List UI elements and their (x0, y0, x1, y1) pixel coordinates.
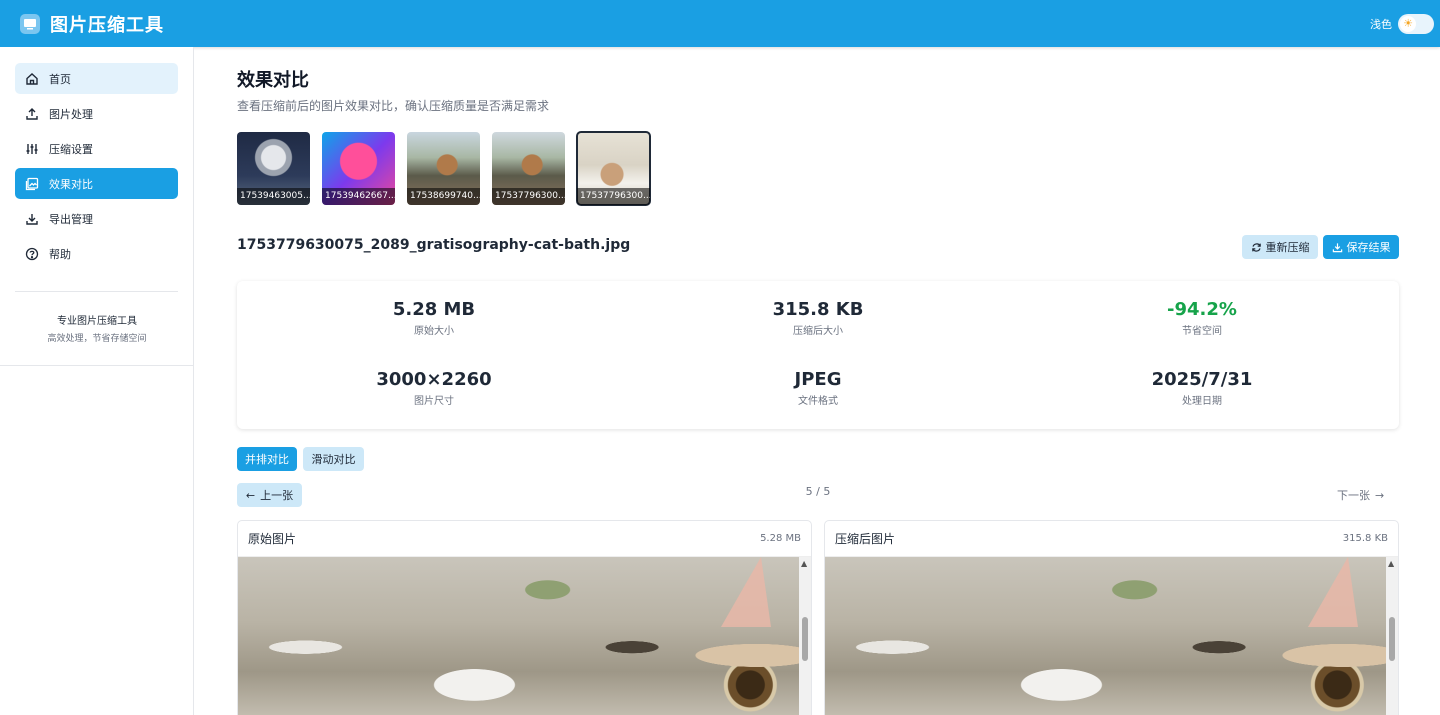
thumbnail-label: 17539462667... (322, 188, 395, 205)
sidebar-divider (15, 291, 178, 292)
panel-header: 原始图片 5.28 MB (238, 521, 811, 557)
stat-value: 315.8 KB (772, 299, 864, 320)
sidebar-item-label: 导出管理 (49, 212, 93, 226)
thumbnail-label: 17537796300... (492, 188, 565, 205)
stat-compressed-size: 315.8 KB 压缩后大小 (668, 299, 968, 337)
stat-original-size: 5.28 MB 原始大小 (284, 299, 584, 337)
panel-title: 原始图片 (248, 532, 297, 546)
arrow-left-icon: ← (245, 488, 256, 502)
stat-label: 文件格式 (798, 396, 838, 407)
stat-label: 压缩后大小 (793, 326, 843, 337)
brand: 图片压缩工具 (20, 11, 164, 37)
stat-value: 2025/7/31 (1151, 369, 1253, 390)
theme-label: 浅色 (1370, 17, 1392, 31)
thumbnail-label: 17539463005... (237, 188, 310, 205)
next-label: 下一张 (1337, 489, 1370, 502)
thumbnail[interactable]: 17537796300... (492, 132, 565, 205)
compressed-image-panel: 压缩后图片 315.8 KB ▲ (824, 520, 1399, 715)
sidebar-item-export[interactable]: 导出管理 (15, 203, 178, 234)
theme-toggle[interactable]: ☀ (1398, 13, 1434, 34)
thumbnail[interactable]: 17538699740... (407, 132, 480, 205)
app-title: 图片压缩工具 (50, 14, 164, 36)
stat-saved-space: -94.2% 节省空间 (1052, 299, 1352, 337)
compressed-image (825, 557, 1388, 715)
app-header: 图片压缩工具 浅色 ☀ (0, 0, 1440, 47)
help-icon (24, 246, 40, 262)
thumbnail-strip: 17539463005... 17539462667... 1753869974… (237, 131, 651, 206)
previous-label: 上一张 (260, 489, 294, 502)
sidebar-item-label: 图片处理 (49, 107, 93, 121)
scrollbar-thumb[interactable] (1389, 617, 1395, 661)
scroll-up-icon[interactable]: ▲ (801, 559, 807, 568)
slide-compare-button[interactable]: 滑动对比 (303, 447, 364, 471)
app-logo-icon (20, 13, 40, 34)
stat-value: -94.2% (1167, 299, 1237, 320)
original-image (238, 557, 801, 715)
download-icon (24, 211, 40, 227)
thumbnail-selected[interactable]: 17537796300... (576, 131, 651, 206)
recompress-button[interactable]: 重新压缩 (1242, 235, 1318, 259)
panel-file-size: 315.8 KB (1342, 533, 1388, 544)
sliders-icon (24, 141, 40, 157)
stat-label: 原始大小 (414, 326, 454, 337)
thumbnail[interactable]: 17539463005... (237, 132, 310, 205)
download-icon (1332, 242, 1342, 252)
sidebar-item-label: 首页 (49, 72, 71, 86)
stat-label: 图片尺寸 (414, 396, 454, 407)
sidebar-item-label: 帮助 (49, 247, 71, 261)
page-indicator: 5 / 5 (805, 485, 831, 498)
page-description: 查看压缩前后的图片效果对比，确认压缩质量是否满足需求 (237, 99, 550, 113)
page-title: 效果对比 (237, 70, 309, 91)
scrollbar-thumb[interactable] (802, 617, 808, 661)
sidebar-item-label: 效果对比 (49, 177, 93, 191)
sidebar-nav: 首页 图片处理 压缩设置 效果对比 导出管理 帮助 (0, 47, 193, 269)
save-result-label: 保存结果 (1346, 241, 1391, 254)
sidebar-item-compress-settings[interactable]: 压缩设置 (15, 133, 178, 164)
sidebar-item-image-processing[interactable]: 图片处理 (15, 98, 178, 129)
theme-switcher: 浅色 ☀ (1370, 13, 1434, 34)
stats-card: 5.28 MB 原始大小 315.8 KB 压缩后大小 -94.2% 节省空间 … (237, 281, 1399, 429)
recompress-label: 重新压缩 (1265, 241, 1310, 254)
scrollbar[interactable]: ▲ (799, 557, 811, 715)
panel-file-size: 5.28 MB (760, 533, 801, 544)
side-by-side-button[interactable]: 并排对比 (237, 447, 297, 471)
sidebar-item-compare[interactable]: 效果对比 (15, 168, 178, 199)
stat-value: JPEG (794, 369, 842, 390)
sun-icon: ☀ (1400, 15, 1416, 32)
original-image-panel: 原始图片 5.28 MB ▲ (237, 520, 812, 715)
thumbnail-label: 17538699740... (407, 188, 480, 205)
refresh-icon (1251, 242, 1261, 252)
sidebar-item-label: 压缩设置 (49, 142, 93, 156)
panel-title: 压缩后图片 (835, 532, 896, 546)
sidebar-item-home[interactable]: 首页 (15, 63, 178, 94)
panel-header: 压缩后图片 315.8 KB (825, 521, 1398, 557)
stat-date: 2025/7/31 处理日期 (1052, 369, 1352, 407)
scroll-up-icon[interactable]: ▲ (1388, 559, 1394, 568)
previous-button[interactable]: ← 上一张 (237, 483, 302, 507)
image-compare-icon (24, 176, 40, 192)
upload-icon (24, 106, 40, 122)
sidebar-footer-subtitle: 高效处理，节省存储空间 (47, 334, 147, 344)
stat-value: 5.28 MB (392, 299, 476, 320)
sidebar-footer-title: 专业图片压缩工具 (57, 316, 137, 327)
thumbnail-label: 17537796300... (577, 188, 650, 205)
sidebar-footer: 专业图片压缩工具 高效处理，节省存储空间 (0, 312, 194, 344)
arrow-right-icon: → (1375, 488, 1385, 502)
thumbnail[interactable]: 17539462667... (322, 132, 395, 205)
stat-value: 3000×2260 (376, 369, 492, 390)
stat-format: JPEG 文件格式 (668, 369, 968, 407)
file-name: 1753779630075_2089_gratisography-cat-bat… (237, 237, 631, 253)
image-detail (1308, 557, 1358, 627)
sidebar: 首页 图片处理 压缩设置 效果对比 导出管理 帮助 专业图片压缩工具 高效处理，… (0, 47, 194, 715)
sidebar-divider (0, 365, 194, 366)
sidebar-item-help[interactable]: 帮助 (15, 238, 178, 269)
stat-label: 处理日期 (1182, 396, 1222, 407)
image-detail (721, 557, 771, 627)
stat-dimensions: 3000×2260 图片尺寸 (284, 369, 584, 407)
next-button[interactable]: 下一张 → (1337, 486, 1397, 504)
stat-label: 节省空间 (1182, 326, 1222, 337)
home-icon (24, 71, 40, 87)
save-result-button[interactable]: 保存结果 (1323, 235, 1399, 259)
scrollbar[interactable]: ▲ (1386, 557, 1398, 715)
